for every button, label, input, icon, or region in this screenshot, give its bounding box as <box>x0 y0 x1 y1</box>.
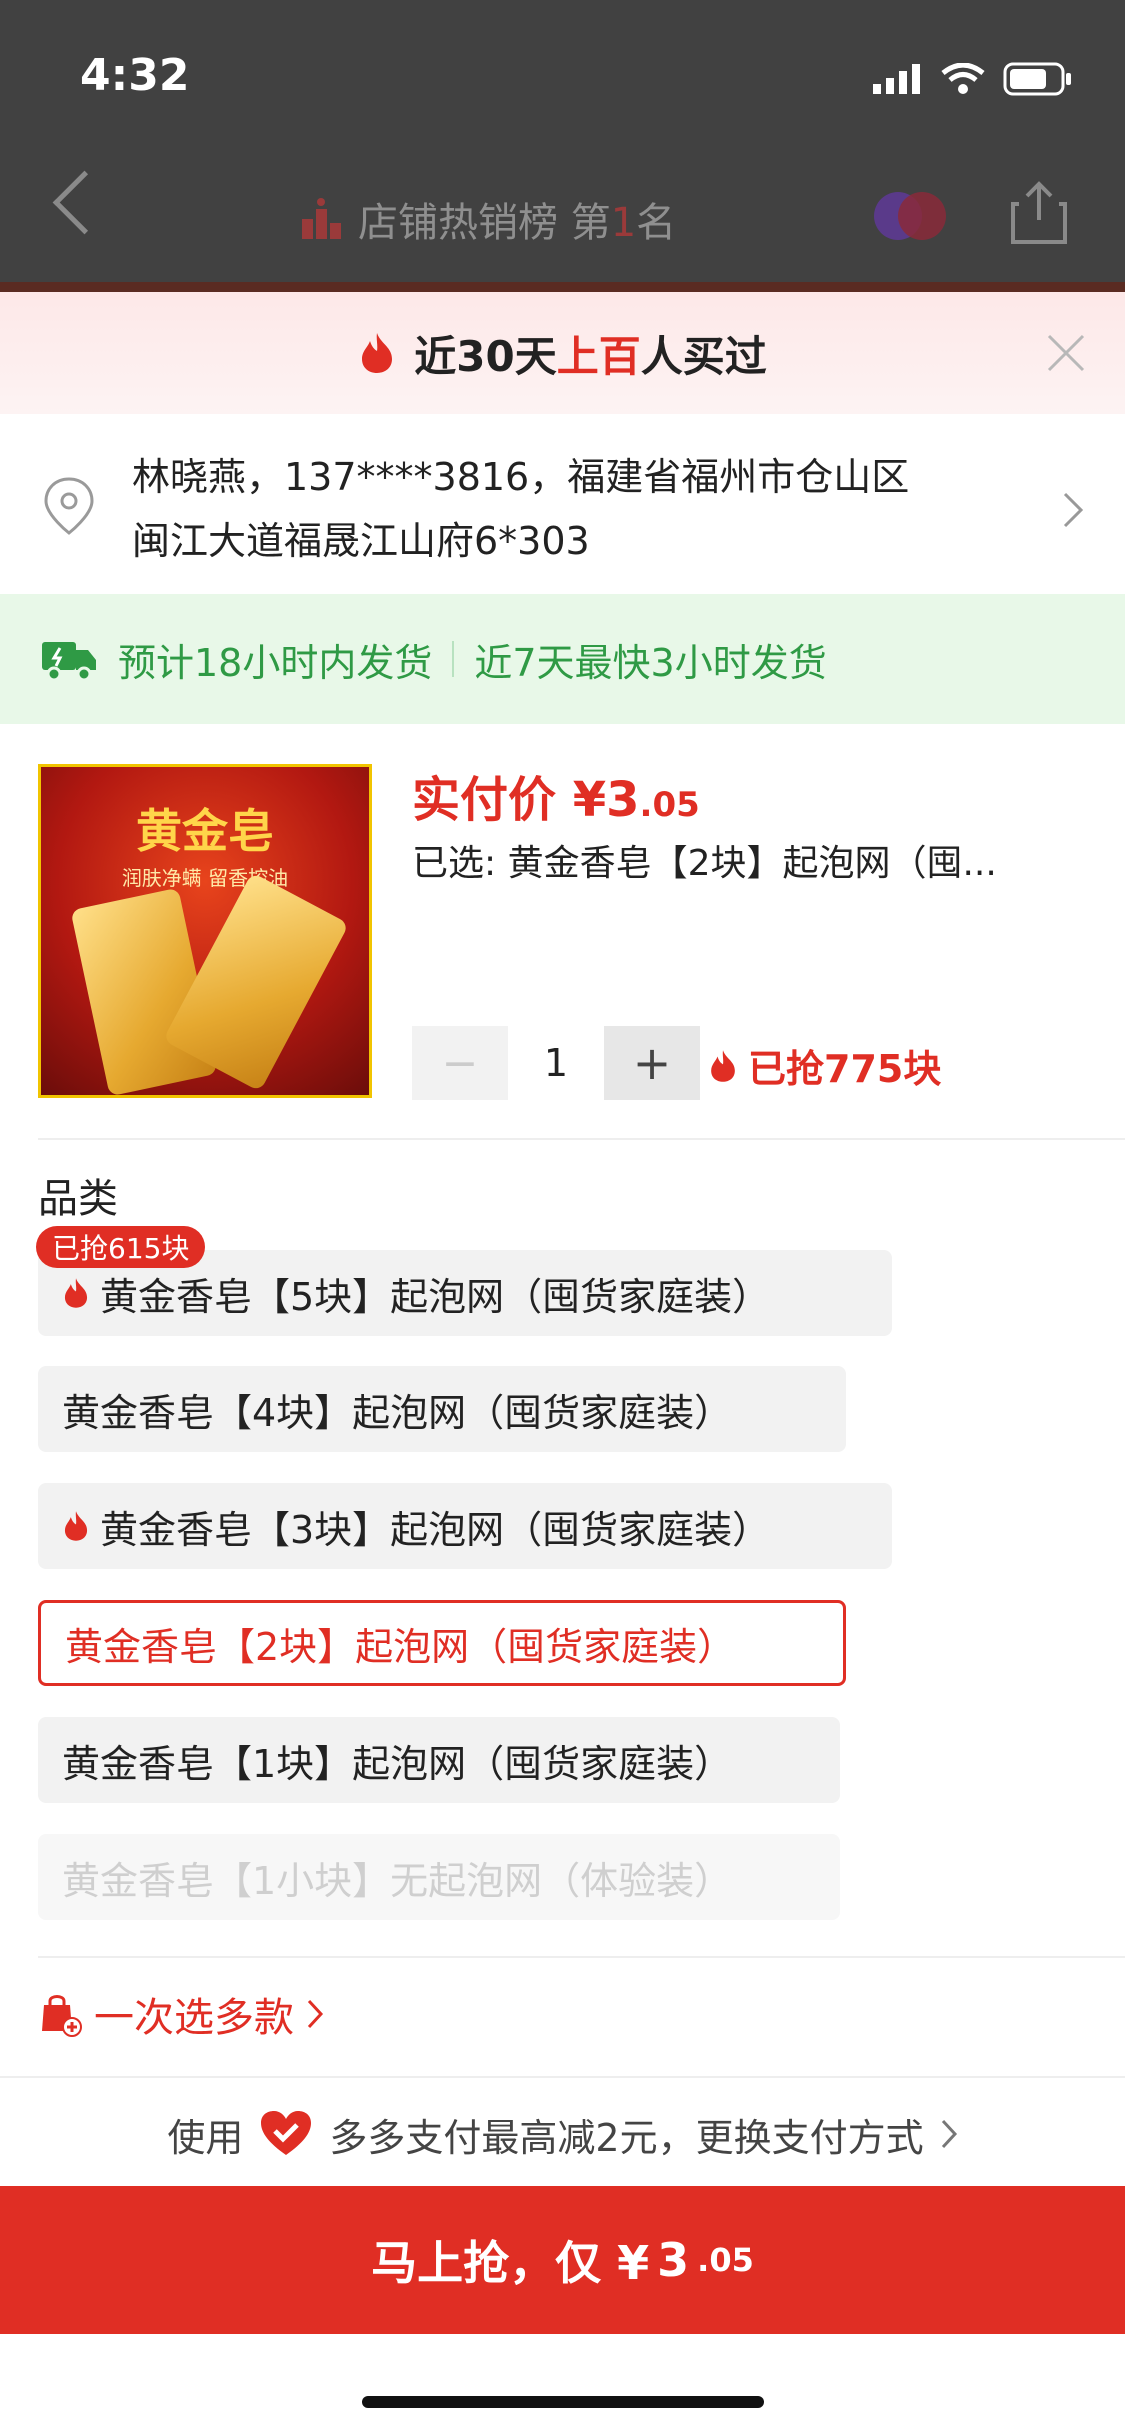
status-icons <box>873 62 1073 96</box>
dimmed-page-header <box>0 0 1125 292</box>
shipping-info: 预计18小时内发货 近7天最快3小时发货 <box>40 594 827 724</box>
sku-option-1[interactable]: 黄金香皂【1块】起泡网（囤货家庭装） <box>38 1717 840 1803</box>
status-time: 4:32 <box>80 50 190 101</box>
buy-price-dec: .05 <box>697 2241 754 2279</box>
sku-option-label: 黄金香皂【3块】起泡网（囤货家庭装） <box>100 1507 771 1552</box>
sku-option-2-selected[interactable]: 黄金香皂【2块】起泡网（囤货家庭装） <box>38 1600 846 1686</box>
chevron-right-icon <box>307 1999 324 2029</box>
pay-prefix: 使用 <box>167 2115 244 2160</box>
flame-icon <box>362 333 393 373</box>
quantity-increase-button[interactable]: + <box>604 1026 700 1100</box>
hot-rank-title[interactable]: 店铺热销榜 第1名 <box>300 190 676 248</box>
quantity-decrease-button[interactable]: − <box>412 1026 508 1100</box>
grabbed-text: 已抢775块 <box>748 1047 942 1091</box>
grabbed-count: 已抢775块 <box>708 1038 941 1093</box>
ship-fastest: 近7天最快3小时发货 <box>474 640 827 685</box>
price-int: 3 <box>606 772 640 828</box>
sku-option-trial-disabled: 黄金香皂【1小块】无起泡网（体验装） <box>38 1834 840 1920</box>
buy-now-button[interactable]: 马上抢，仅 ¥3.05 <box>0 2186 1125 2334</box>
duoduo-pay-icon <box>261 2111 312 2155</box>
location-pin-icon <box>44 477 94 535</box>
image-subtitle: 润肤净螨 留香控油 <box>121 866 289 890</box>
pay-text: 多多支付最高减2元，更换支付方式 <box>329 2115 924 2160</box>
ship-estimate: 预计18小时内发货 <box>118 640 433 685</box>
image-title: 黄金皂 <box>136 804 274 858</box>
multi-select-label: 一次选多款 <box>94 1995 294 2041</box>
ship-separator <box>452 641 455 677</box>
battery-icon <box>1003 62 1071 96</box>
delivery-truck-icon <box>42 642 96 682</box>
rank-prefix: 店铺热销榜 第 <box>358 200 611 246</box>
sku-option-label: 黄金香皂【1小块】无起泡网（体验装） <box>62 1858 733 1903</box>
divider <box>38 1138 1125 1140</box>
actual-price: 实付价 ¥3.05 <box>412 760 700 830</box>
sku-option-label: 黄金香皂【4块】起泡网（囤货家庭装） <box>62 1390 733 1435</box>
shopping-bag-plus-icon <box>42 1995 82 2037</box>
banner-part2: 人买过 <box>640 331 767 381</box>
address-line-1: 林晓燕，137****3816，福建省福州市仓山区 <box>132 455 910 499</box>
product-image[interactable]: 黄金皂 润肤净螨 留香控油 <box>38 764 372 1098</box>
divider <box>38 1956 1125 1958</box>
sku-option-3[interactable]: 黄金香皂【3块】起泡网（囤货家庭装） <box>38 1483 892 1569</box>
flame-icon <box>64 1511 88 1541</box>
divider <box>0 2076 1125 2078</box>
sku-option-4[interactable]: 黄金香皂【4块】起泡网（囤货家庭装） <box>38 1366 846 1452</box>
sku-option-label: 黄金香皂【5块】起泡网（囤货家庭装） <box>100 1274 771 1319</box>
home-indicator[interactable] <box>362 2396 764 2408</box>
background-strip <box>0 282 1125 292</box>
rank-number: 1 <box>610 200 637 246</box>
chevron-right-icon <box>1063 492 1084 528</box>
sku-option-label: 黄金香皂【1块】起泡网（囤货家庭装） <box>62 1741 733 1786</box>
social-proof-text: 近30天上百人买过 <box>0 292 1125 414</box>
payment-logo-icon <box>874 192 946 240</box>
sku-option-label: 黄金香皂【2块】起泡网（囤货家庭装） <box>65 1624 736 1669</box>
payment-method-row[interactable]: 使用 多多支付最高减2元，更换支付方式 <box>0 2082 1125 2186</box>
ranking-icon <box>302 198 341 239</box>
buy-price-int: 3 <box>657 2233 690 2287</box>
flame-icon <box>64 1278 88 1308</box>
signal-icon <box>873 64 920 94</box>
grabbed-badge: 已抢615块 <box>36 1226 206 1268</box>
rank-suffix: 名 <box>636 200 677 246</box>
quantity-value[interactable]: 1 <box>508 1026 604 1100</box>
price-label: 实付价 ¥ <box>412 772 607 828</box>
banner-part1: 近30天 <box>414 331 557 381</box>
banner-highlight: 上百 <box>556 331 641 381</box>
price-dec: .05 <box>639 785 700 825</box>
multi-select-link[interactable]: 一次选多款 <box>36 1985 324 2043</box>
wifi-icon <box>941 63 985 94</box>
chevron-right-icon <box>941 2119 957 2149</box>
buy-label: 马上抢，仅 ¥ <box>371 2236 650 2290</box>
address-line-2: 闽江大道福晟江山府6*303 <box>132 519 590 563</box>
selected-sku: 已选: 黄金香皂【2块】起泡网（囤... <box>412 843 997 884</box>
address-row[interactable] <box>0 414 1125 594</box>
share-icon[interactable] <box>1009 180 1069 246</box>
flame-icon <box>711 1049 735 1082</box>
category-label: 品类 <box>38 1176 118 1222</box>
close-icon[interactable] <box>1041 328 1091 378</box>
